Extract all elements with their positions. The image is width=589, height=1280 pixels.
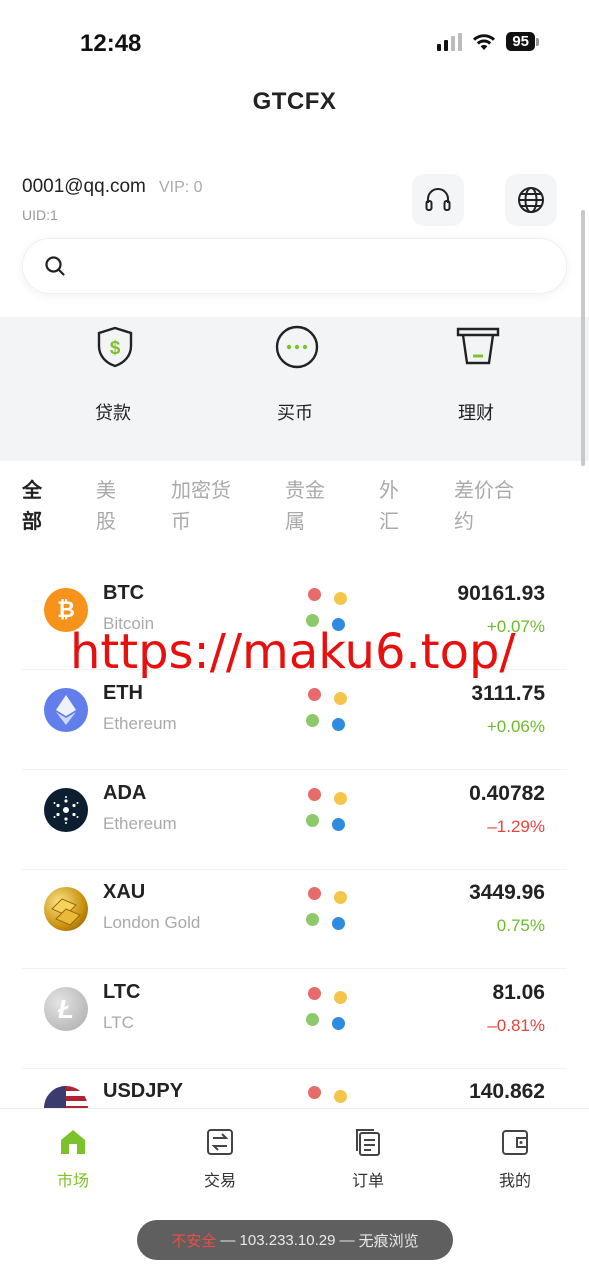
coin-price: 0.40782 (469, 782, 545, 805)
tab-all[interactable]: 全部 (22, 476, 52, 538)
user-email: 0001@qq.com (22, 176, 146, 197)
insecure-label: 不安全 (171, 1232, 217, 1250)
nav-mine[interactable]: 我的 (465, 1127, 565, 1191)
market-row-btc[interactable]: ₿ BTC Bitcoin 90161.93 +0.07% (22, 570, 567, 670)
quick-item-label: 贷款 (95, 403, 131, 423)
nav-trade[interactable]: 交易 (170, 1127, 270, 1191)
battery-indicator: 95 (506, 32, 539, 51)
wifi-icon (473, 33, 496, 50)
market-row-ada[interactable]: ADA Ethereum 0.40782 –1.29% (22, 770, 567, 870)
address-text: — 103.233.10.29 — (220, 1231, 355, 1249)
ada-logo-icon (44, 788, 88, 832)
coin-symbol: USDJPY (103, 1080, 184, 1102)
coin-price: 90161.93 (457, 582, 545, 605)
nav-market[interactable]: 市场 (23, 1127, 123, 1191)
status-dots-icon (306, 987, 350, 1030)
chat-dots-icon (275, 325, 319, 369)
gold-bars-icon (44, 887, 88, 931)
status-dots-icon (306, 788, 350, 831)
market-row-eth[interactable]: ETH Ethereum 3111.75 +0.06% (22, 670, 567, 770)
coin-name: Ethereum (103, 814, 177, 833)
scrollbar-thumb[interactable] (581, 210, 585, 466)
coin-change: +0.06% (486, 717, 545, 736)
search-icon (45, 256, 65, 276)
ltc-logo-icon: Ł (44, 987, 88, 1031)
customer-service-button[interactable] (412, 174, 464, 226)
vip-level: VIP: 0 (159, 179, 203, 196)
nav-label: 交易 (203, 1173, 236, 1190)
quick-item-label: 买币 (277, 403, 313, 423)
browser-address-bar[interactable]: 不安全 — 103.233.10.29 — 无痕浏览 (137, 1220, 453, 1260)
status-dots-icon (306, 588, 350, 631)
coin-price: 81.06 (492, 981, 545, 1004)
coin-symbol: XAU (103, 881, 146, 903)
coin-price: 140.862 (469, 1080, 545, 1103)
coin-change: +0.07% (486, 617, 545, 636)
btc-logo-icon: ₿ (44, 588, 88, 632)
search-input[interactable] (22, 238, 567, 294)
coin-change: 0.75% (496, 916, 545, 935)
orders-icon (356, 1129, 380, 1156)
eth-logo-icon (44, 688, 88, 732)
status-dots-icon (306, 887, 350, 930)
quick-item-finance[interactable]: 理财 (406, 317, 546, 461)
headset-icon (425, 188, 451, 211)
quick-menu: $ 贷款 买币 理财 (0, 317, 589, 461)
coin-name: London Gold (103, 913, 201, 932)
coin-name: Bitcoin (103, 614, 155, 633)
status-icons: 95 (437, 32, 539, 51)
quick-item-label: 理财 (458, 403, 494, 423)
home-icon (61, 1130, 85, 1154)
coin-name: LTC (103, 1013, 134, 1032)
market-row-ltc[interactable]: Ł LTC LTC 81.06 –0.81% (22, 969, 567, 1069)
tab-us-stocks[interactable]: 美股 (96, 476, 126, 538)
coin-change: –1.29% (487, 817, 545, 836)
globe-icon (518, 187, 544, 213)
nav-orders[interactable]: 订单 (318, 1127, 418, 1191)
status-time: 12:48 (80, 30, 142, 57)
cellular-signal-icon (437, 32, 463, 51)
shield-dollar-icon: $ (97, 326, 133, 368)
private-mode-label: 无痕浏览 (358, 1232, 419, 1250)
exchange-icon (207, 1129, 233, 1155)
quick-item-buy-coin[interactable]: 买币 (225, 317, 365, 461)
market-row-xau[interactable]: XAU London Gold 3449.96 0.75% (22, 869, 567, 969)
tab-crypto[interactable]: 加密货币 (171, 476, 241, 538)
atm-card-icon (456, 327, 500, 365)
quick-item-loan[interactable]: $ 贷款 (43, 317, 183, 461)
coin-symbol: LTC (103, 981, 141, 1003)
coin-price: 3449.96 (469, 881, 545, 904)
status-dots-icon (306, 688, 350, 731)
coin-change: –0.81% (487, 1016, 545, 1035)
nav-label: 我的 (498, 1173, 531, 1190)
coin-name: Ethereum (103, 714, 177, 733)
coin-price: 3111.75 (471, 682, 545, 705)
nav-label: 市场 (56, 1173, 89, 1190)
status-bar: 12:48 95 (0, 0, 589, 80)
coin-symbol: ADA (103, 782, 147, 804)
app-title: GTCFX (252, 88, 337, 115)
wallet-icon (502, 1130, 528, 1155)
tab-precious-metals[interactable]: 贵金属 (285, 476, 335, 538)
language-button[interactable] (505, 174, 557, 226)
nav-label: 订单 (351, 1173, 384, 1190)
tab-cfd[interactable]: 差价合约 (454, 476, 524, 538)
svg-text:$: $ (110, 338, 121, 359)
tab-forex[interactable]: 外汇 (379, 476, 409, 538)
user-uid: UID:1 (22, 207, 58, 223)
coin-symbol: BTC (103, 582, 145, 604)
coin-symbol: ETH (103, 682, 143, 704)
